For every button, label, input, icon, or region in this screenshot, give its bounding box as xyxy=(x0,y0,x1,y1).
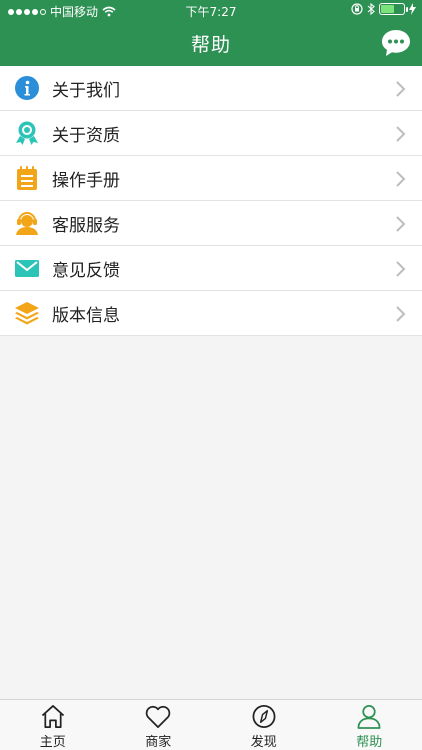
customer-service-icon xyxy=(16,212,38,235)
info-icon xyxy=(15,76,39,100)
menu-item-feedback[interactable]: 意见反馈 xyxy=(0,246,422,291)
help-menu-list: 关于我们 关于资质 操作手册 客服服务 意见反馈 版本信息 xyxy=(0,66,422,336)
tab-merchants[interactable]: 商家 xyxy=(106,700,212,750)
tab-label: 帮助 xyxy=(356,735,383,750)
charging-icon xyxy=(409,3,416,15)
menu-item-customer-service[interactable]: 客服服务 xyxy=(0,201,422,246)
menu-item-label: 版本信息 xyxy=(52,305,120,326)
chat-bubble-icon[interactable] xyxy=(380,28,412,58)
menu-item-version-info[interactable]: 版本信息 xyxy=(0,291,422,336)
tab-label: 发现 xyxy=(250,735,277,750)
menu-item-label: 操作手册 xyxy=(52,170,120,191)
menu-item-label: 意见反馈 xyxy=(52,260,120,281)
battery-fill xyxy=(381,5,395,13)
heart-icon xyxy=(145,705,171,728)
notepad-icon xyxy=(17,166,37,190)
chevron-right-icon xyxy=(396,261,406,277)
menu-item-label: 关于资质 xyxy=(52,125,120,146)
rotation-lock-icon xyxy=(351,3,363,15)
chevron-right-icon xyxy=(396,81,406,97)
menu-item-label: 关于我们 xyxy=(52,80,120,101)
status-bar: 中国移动 下午7:27 xyxy=(0,0,422,22)
tab-discover[interactable]: 发现 xyxy=(211,700,317,750)
tab-label: 主页 xyxy=(39,735,66,750)
top-bar: 中国移动 下午7:27 帮助 xyxy=(0,0,422,66)
user-icon xyxy=(357,705,381,729)
award-icon xyxy=(16,121,38,145)
tab-help[interactable]: 帮助 xyxy=(317,700,422,750)
chevron-right-icon xyxy=(396,216,406,232)
tab-home[interactable]: 主页 xyxy=(0,700,106,750)
layers-icon xyxy=(15,302,39,325)
home-icon xyxy=(41,705,64,728)
menu-item-label: 客服服务 xyxy=(52,215,120,236)
tab-label: 商家 xyxy=(145,735,172,750)
battery-icon xyxy=(379,3,408,15)
page-title: 帮助 xyxy=(190,34,231,56)
mail-icon xyxy=(15,260,39,277)
chevron-right-icon xyxy=(396,126,406,142)
menu-item-manual[interactable]: 操作手册 xyxy=(0,156,422,201)
chevron-right-icon xyxy=(396,306,406,322)
menu-item-qualifications[interactable]: 关于资质 xyxy=(0,111,422,156)
bottom-tab-bar: 主页 商家 发现 帮助 xyxy=(0,699,422,750)
bluetooth-icon xyxy=(367,3,375,15)
menu-item-about-us[interactable]: 关于我们 xyxy=(0,66,422,111)
compass-icon xyxy=(252,705,276,728)
chevron-right-icon xyxy=(396,171,406,187)
